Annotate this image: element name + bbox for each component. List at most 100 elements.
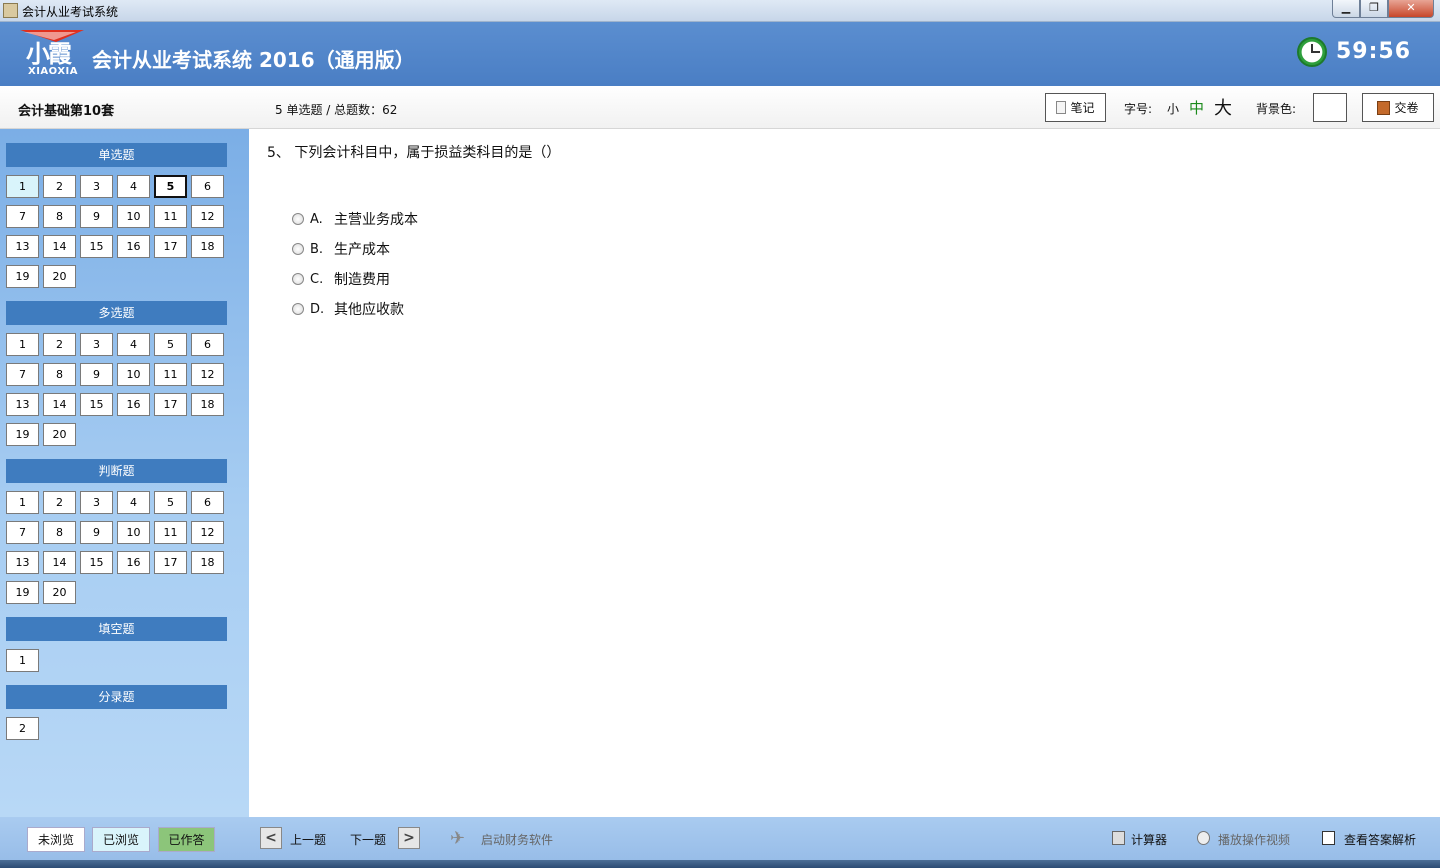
question-number-button[interactable]: 1 [6,175,39,198]
clock-icon [1297,37,1327,67]
question-number-button[interactable]: 5 [154,491,187,514]
legend-answered: 已作答 [158,827,215,852]
question-number-button[interactable]: 20 [43,265,76,288]
question-number-button[interactable]: 7 [6,205,39,228]
next-question-button[interactable]: 下一题 [350,831,386,848]
question-number-button[interactable]: 15 [80,235,113,258]
question-number-button[interactable]: 9 [80,205,113,228]
background-color-picker[interactable] [1313,93,1347,122]
option-text: 主营业务成本 [334,212,418,228]
question-number-button[interactable]: 12 [191,205,224,228]
logo-mark: 小霞 [26,40,72,68]
option-a[interactable]: A. 主营业务成本 [292,210,418,228]
question-number-button[interactable]: 17 [154,235,187,258]
question-number-button[interactable]: 7 [6,521,39,544]
question-number-button[interactable]: 9 [80,521,113,544]
question-number-button[interactable]: 5 [154,333,187,356]
question-number-button[interactable]: 13 [6,551,39,574]
question-number-button[interactable]: 8 [43,521,76,544]
radio-icon[interactable] [292,213,304,225]
calculator-button[interactable]: 计算器 [1131,831,1167,848]
question-number-button[interactable]: 6 [191,175,224,198]
question-number-button[interactable]: 8 [43,205,76,228]
question-number-button[interactable]: 2 [6,717,39,740]
question-number-button[interactable]: 14 [43,393,76,416]
view-analysis-button[interactable]: 查看答案解析 [1344,831,1416,848]
next-arrow-icon[interactable]: > [398,827,420,849]
question-number-button[interactable]: 5 [154,175,187,198]
logo-brand: XIAOXIA [28,66,78,77]
question-number-button[interactable]: 1 [6,491,39,514]
app-header: 小霞 XIAOXIA 会计从业考试系统 2016（通用版） 59:56 [0,22,1440,86]
question-number-button[interactable]: 13 [6,393,39,416]
option-b[interactable]: B. 生产成本 [292,240,390,258]
question-number-button[interactable]: 16 [117,393,150,416]
question-number-button[interactable]: 2 [43,175,76,198]
question-number-button[interactable]: 12 [191,363,224,386]
question-number-button[interactable]: 16 [117,551,150,574]
question-number-button[interactable]: 4 [117,175,150,198]
question-number-button[interactable]: 19 [6,423,39,446]
question-number-button[interactable]: 20 [43,423,76,446]
question-number-button[interactable]: 8 [43,363,76,386]
question-number-button[interactable]: 1 [6,649,39,672]
question-number-button[interactable]: 3 [80,333,113,356]
question-number-button[interactable]: 11 [154,521,187,544]
radio-icon[interactable] [292,303,304,315]
note-button[interactable]: 笔记 [1045,93,1106,122]
question-number-button[interactable]: 17 [154,551,187,574]
question-number-button[interactable]: 6 [191,491,224,514]
question-number-button[interactable]: 19 [6,581,39,604]
radio-icon[interactable] [292,273,304,285]
radio-icon[interactable] [292,243,304,255]
question-number-button[interactable]: 18 [191,551,224,574]
launch-finance-software-button[interactable]: 启动财务软件 [481,831,553,848]
prev-question-button[interactable]: 上一题 [290,831,326,848]
question-number-button[interactable]: 6 [191,333,224,356]
question-number-button[interactable]: 11 [154,363,187,386]
close-button[interactable]: ✕ [1388,0,1434,18]
question-number-button[interactable]: 9 [80,363,113,386]
option-c[interactable]: C. 制造费用 [292,270,390,288]
section-header: 单选题 [6,143,227,167]
option-letter: A. [310,211,323,227]
question-number-button[interactable]: 10 [117,521,150,544]
option-letter: D. [310,301,325,317]
question-number-button[interactable]: 17 [154,393,187,416]
question-number-button[interactable]: 7 [6,363,39,386]
maximize-button[interactable]: ❐ [1360,0,1388,18]
question-number-button[interactable]: 15 [80,551,113,574]
prev-arrow-icon[interactable]: < [260,827,282,849]
font-size-medium[interactable]: 中 [1189,97,1204,118]
question-number-button[interactable]: 16 [117,235,150,258]
question-number-button[interactable]: 20 [43,581,76,604]
submit-exam-button[interactable]: 交卷 [1362,93,1434,122]
question-number-button[interactable]: 14 [43,551,76,574]
section-header: 分录题 [6,685,227,709]
font-size-small[interactable]: 小 [1167,100,1179,117]
section-header: 判断题 [6,459,227,483]
question-number-button[interactable]: 4 [117,333,150,356]
question-number-button[interactable]: 11 [154,205,187,228]
question-number-button[interactable]: 15 [80,393,113,416]
question-number-button[interactable]: 1 [6,333,39,356]
question-number-button[interactable]: 10 [117,205,150,228]
legend-viewed: 已浏览 [92,827,150,852]
option-d[interactable]: D. 其他应收款 [292,300,404,318]
question-number-button[interactable]: 13 [6,235,39,258]
option-text: 其他应收款 [334,302,404,318]
play-video-button[interactable]: 播放操作视频 [1218,831,1290,848]
question-number-button[interactable]: 3 [80,175,113,198]
question-number-button[interactable]: 2 [43,491,76,514]
question-number-button[interactable]: 3 [80,491,113,514]
question-number-button[interactable]: 2 [43,333,76,356]
font-size-large[interactable]: 大 [1214,94,1232,120]
question-number-button[interactable]: 4 [117,491,150,514]
question-number-button[interactable]: 14 [43,235,76,258]
question-number-button[interactable]: 19 [6,265,39,288]
question-number-button[interactable]: 10 [117,363,150,386]
question-number-button[interactable]: 18 [191,235,224,258]
question-number-button[interactable]: 18 [191,393,224,416]
minimize-button[interactable]: ▁ [1332,0,1360,18]
question-number-button[interactable]: 12 [191,521,224,544]
